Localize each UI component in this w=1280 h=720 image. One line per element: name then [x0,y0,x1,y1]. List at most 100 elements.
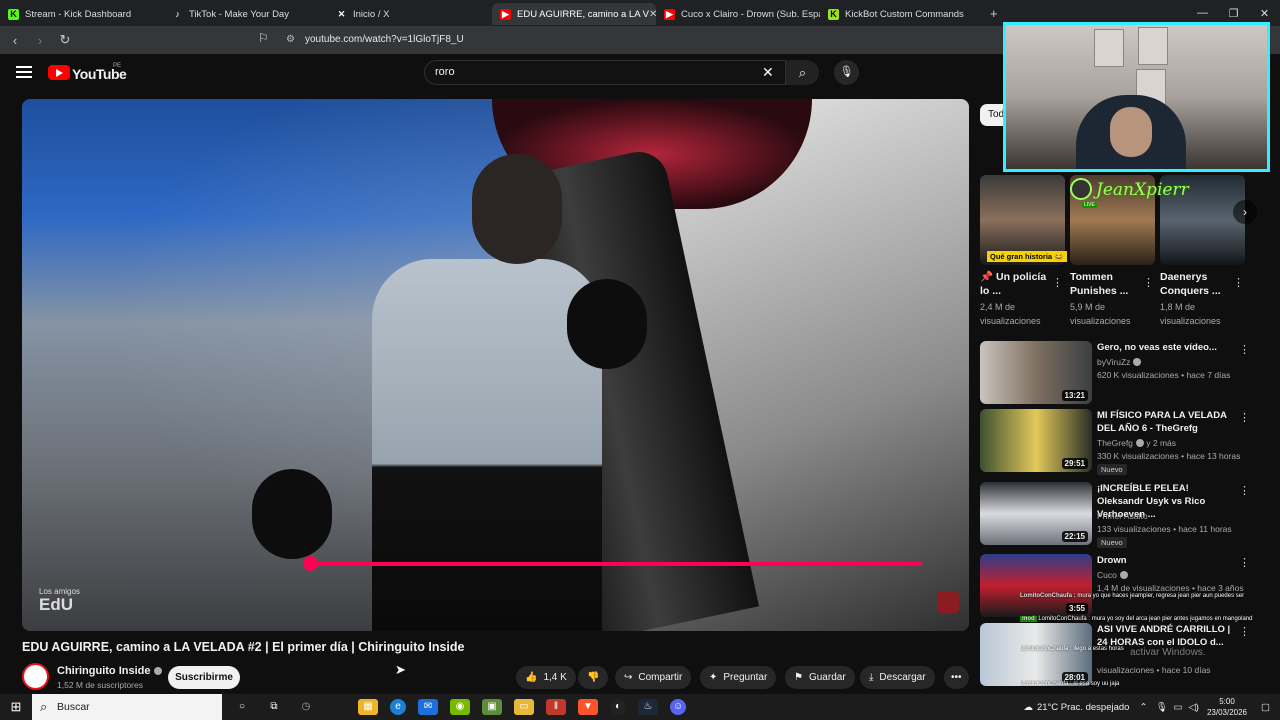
more-icon: ••• [951,672,962,683]
url-field[interactable]: ⚙ youtube.com/watch?v=1lGloTjF8_U [280,30,960,50]
video-progress-bar[interactable] [310,562,922,566]
recommendation-channel[interactable]: Cuco [1097,570,1128,580]
more-icon[interactable]: ⋮ [1233,276,1244,289]
tab-youtube-active[interactable]: ▶ EDU AGUIRRE, camino a LA V ✕ [492,3,656,25]
tray-chevron-icon[interactable]: ⌃ [1139,702,1147,713]
bookmark-icon[interactable]: ⚐ [258,31,269,45]
clear-search-icon[interactable]: ✕ [762,64,774,81]
tab-label: KickBot Custom Commands [845,8,964,20]
channel-name[interactable]: Chiringuito Inside [57,665,162,677]
store-icon[interactable]: ▦ [358,699,378,715]
close-tab-icon[interactable]: ✕ [649,9,656,20]
discord-icon[interactable]: ☺ [670,699,686,715]
minimize-icon[interactable]: — [1187,7,1218,19]
nvidia-icon[interactable]: ◉ [450,699,470,715]
channel-avatar[interactable] [22,663,49,690]
more-icon[interactable]: ⋮ [1143,276,1154,289]
stream-chat-overlay: LomitoConChaufa : mura yo que haces jeam… [1020,592,1265,688]
recommendation-channel[interactable]: byViruZz [1097,357,1142,367]
weather-text[interactable]: 21°C Prac. despejado [1037,702,1130,713]
new-tab-button[interactable]: + [990,6,1008,21]
tab-kick-dashboard[interactable]: K Stream - Kick Dashboard [0,3,164,25]
verified-icon [1135,439,1144,447]
recommendation-item[interactable]: 22:15 ¡INCREÍBLE PELEA! Oleksandr Usyk v… [980,482,1270,548]
recommendation-title[interactable]: Gero, no veas este vídeo... [1097,341,1237,354]
video-thumbnail[interactable]: 13:21 [980,341,1092,404]
more-icon[interactable]: ⋮ [1239,343,1250,356]
download-button[interactable]: ⤓ Descargar [860,666,935,689]
notifications-icon[interactable]: ▢ [1261,702,1270,713]
channel-watermark-icon[interactable] [937,591,959,613]
more-actions-button[interactable]: ••• [944,666,969,689]
edge-icon[interactable]: e [390,699,406,715]
recommendation-meta: 133 visualizaciones • hace 11 horas [1097,524,1232,534]
app-icon[interactable]: ǁ [546,699,566,715]
restore-icon[interactable]: ❐ [1218,7,1249,20]
more-icon[interactable]: ⋮ [1239,411,1250,424]
close-window-icon[interactable]: ✕ [1249,7,1280,20]
tab-kickbot[interactable]: K KickBot Custom Commands [820,3,984,25]
short-title[interactable]: 📌 Un policía lo ... [980,270,1052,298]
dislike-button[interactable]: 👎 [578,666,609,689]
tab-tiktok[interactable]: ♪ TikTok - Make Your Day [164,3,328,25]
tiktok-icon: ♪ [175,8,180,19]
mail-icon[interactable]: ✉ [418,699,438,715]
tab-label: Cuco x Clairo - Drown (Sub. Español [681,8,820,20]
webcam-poster [1094,29,1124,67]
search-input[interactable]: roro [424,60,786,85]
recommendation-channel[interactable]: Primer Asalto [1097,511,1148,521]
youtube-logo-icon[interactable] [48,65,70,80]
ask-button[interactable]: ✦ Preguntar [700,666,777,689]
brave-icon[interactable]: ▼ [578,699,598,715]
more-icon[interactable]: ⋮ [1239,484,1250,497]
recommendation-item[interactable]: 29:51 MI FÍSICO PARA LA VELADA DEL AÑO 6… [980,409,1270,475]
mouse-cursor-icon: ➤ [395,662,406,677]
like-button[interactable]: 👍 1,4 K [516,666,576,689]
tab-cuco-drown[interactable]: ▶ Cuco x Clairo - Drown (Sub. Español [656,3,820,25]
video-thumbnail[interactable]: 22:15 [980,482,1092,545]
short-title[interactable]: Daenerys Conquers ... [1160,270,1232,298]
network-icon[interactable]: ▭ [1174,702,1183,713]
microphone-icon[interactable]: 🎙 [1155,702,1167,713]
streamer-avatar [1070,178,1092,200]
site-info-icon[interactable]: ⚙ [286,30,295,50]
system-clock[interactable]: 5:00 23/03/2026 [1207,696,1247,718]
video-thumbnail[interactable]: 29:51 [980,409,1092,472]
reload-icon[interactable]: ↻ [55,32,75,48]
short-badge: Qué gran historia 😂 [987,251,1067,262]
minecraft-icon[interactable]: ▣ [482,699,502,715]
video-player[interactable]: Los amigos EdU [22,99,969,631]
steam-icon[interactable]: ♨ [638,699,658,715]
save-button[interactable]: ⚑ Guardar [785,666,855,689]
taskbar-search-box[interactable]: Buscar [32,694,222,720]
kickbot-icon: K [828,8,839,20]
more-icon[interactable]: ⋮ [1239,556,1250,569]
short-title[interactable]: Tommen Punishes ... [1070,270,1142,298]
subscribe-button[interactable]: Suscribirme [168,666,240,689]
back-icon[interactable]: ‹ [5,33,25,48]
tab-x[interactable]: ✕ Inicio / X [328,3,492,25]
menu-icon[interactable] [16,66,32,78]
windows-taskbar: ⊞ Buscar ○ ⧉ ◷ ▦ e ✉ ◉ ▣ ▭ ǁ ▼ ◐ ♨ ☺ ☁ 2… [0,694,1280,720]
video-scrubber-handle[interactable] [303,556,318,571]
volume-icon[interactable]: ◁) [1188,702,1198,713]
recommendation-title[interactable]: Drown [1097,554,1237,567]
file-explorer-icon[interactable]: ▭ [514,699,534,715]
verified-icon [1119,571,1128,579]
cortana-icon[interactable]: ○ [232,699,252,715]
windows-start-icon[interactable]: ⊞ [0,699,32,715]
forward-icon[interactable]: › [30,33,50,48]
task-view-icon[interactable]: ⧉ [264,699,284,715]
recommendation-item[interactable]: 13:21 Gero, no veas este vídeo... byViru… [980,341,1270,407]
webcam-overlay [1003,22,1270,172]
recommendation-channel[interactable]: TheGrefg y 2 más [1097,438,1176,448]
recommendation-title[interactable]: MI FÍSICO PARA LA VELADA DEL AÑO 6 - The… [1097,409,1237,435]
voice-search-button[interactable]: 🎙 [834,60,859,85]
share-button[interactable]: ↪ Compartir [615,666,692,689]
obs-icon[interactable]: ◐ [610,699,626,715]
more-icon[interactable]: ⋮ [1052,276,1063,289]
youtube-header: YouTube PE roro ✕ ⌕ 🎙 [0,54,1000,94]
tab-label: EDU AGUIRRE, camino a LA V [517,8,649,20]
search-button[interactable]: ⌕ [786,60,819,85]
app-icon[interactable]: ◷ [296,699,316,715]
